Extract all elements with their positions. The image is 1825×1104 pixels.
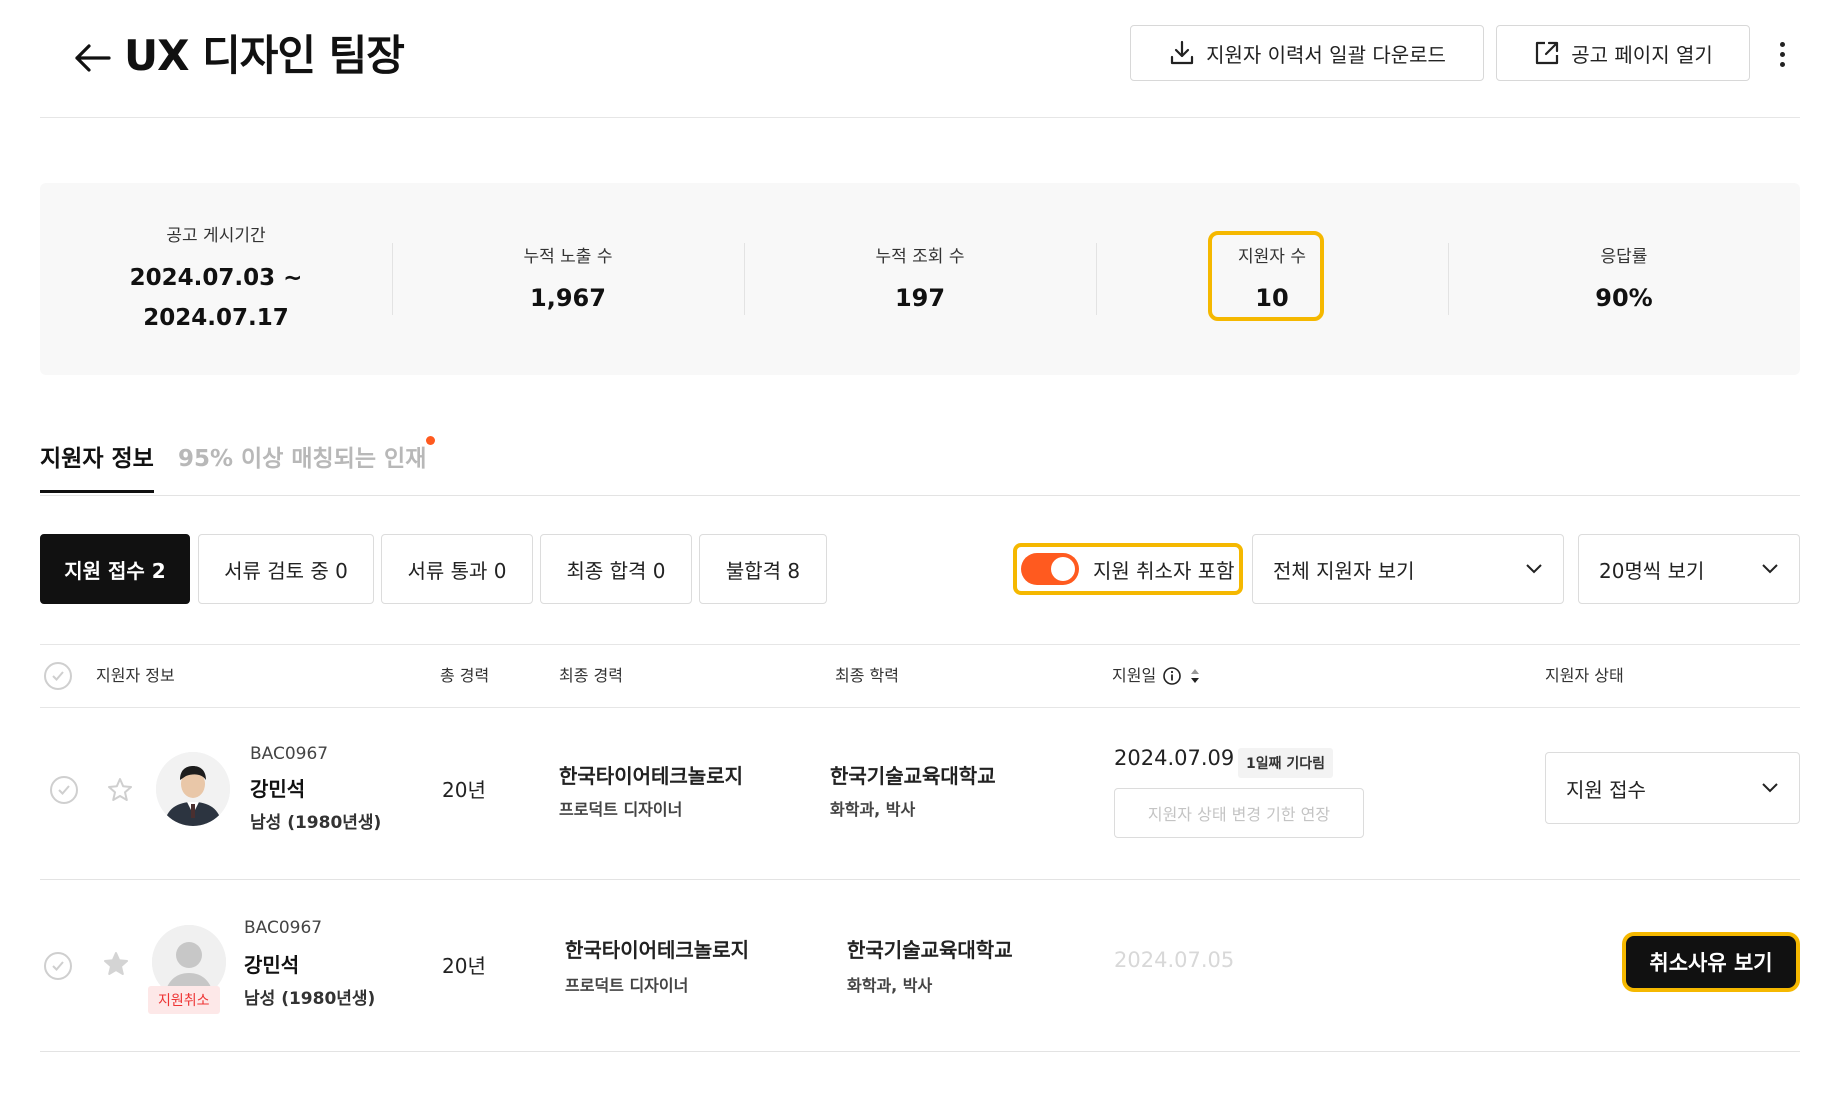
tab-applicant-info[interactable]: 지원자 정보 <box>40 442 154 493</box>
period-start: 2024.07.03 ~ <box>129 264 303 291</box>
stat-label: 누적 조회 수 <box>875 246 965 267</box>
bulk-resume-download-button[interactable]: 지원자 이력서 일괄 다운로드 <box>1130 25 1484 81</box>
toggle-label: 지원 취소자 포함 <box>1093 558 1235 583</box>
sort-icon[interactable] <box>1188 665 1202 687</box>
more-menu-icon[interactable] <box>1770 36 1794 72</box>
select-value: 20명씩 보기 <box>1599 558 1705 583</box>
applicant-view-select[interactable]: 전체 지원자 보기 <box>1252 534 1564 604</box>
applied-date: 2024.07.05 <box>1114 948 1235 972</box>
waiting-badge: 1일째 기다림 <box>1238 748 1334 778</box>
include-cancelled-toggle[interactable] <box>1021 553 1079 585</box>
new-indicator-dot <box>426 436 435 445</box>
applied-date: 2024.07.09 <box>1114 746 1235 770</box>
school: 한국기술교육대학교 <box>847 938 1013 962</box>
filter-document-passed[interactable]: 서류 통과 0 <box>381 534 533 604</box>
last-company: 한국타이어테크놀로지 <box>565 938 749 962</box>
applicant-name[interactable]: 강민석 <box>244 949 299 978</box>
applicant-gender: 남성 (1980년생) <box>244 989 376 1009</box>
last-company: 한국타이어테크놀로지 <box>559 764 743 788</box>
row-checkbox[interactable] <box>44 952 72 980</box>
open-label: 공고 페이지 열기 <box>1571 42 1713 67</box>
stat-value: 197 <box>894 283 946 312</box>
filter-final-passed[interactable]: 최종 합격 0 <box>540 534 692 604</box>
period-end: 2024.07.17 <box>143 304 289 331</box>
total-career: 20년 <box>442 954 486 978</box>
select-all-checkbox[interactable] <box>44 662 72 690</box>
applicant-code: BAC0967 <box>244 918 323 938</box>
status-value: 지원 접수 <box>1566 777 1646 802</box>
view-cancel-reason-button[interactable]: 취소사유 보기 <box>1626 936 1796 988</box>
applicant-code: BAC0967 <box>250 744 329 764</box>
star-filled-icon[interactable] <box>102 950 130 978</box>
table-header: 지원자 정보 총 경력 최종 경력 최종 학력 지원일 지원자 상태 <box>40 644 1800 708</box>
check-icon <box>52 961 64 971</box>
stat-value: 2024.07.03 ~ 2024.07.17 <box>130 258 303 338</box>
open-posting-button[interactable]: 공고 페이지 열기 <box>1496 25 1750 81</box>
download-label: 지원자 이력서 일괄 다운로드 <box>1206 42 1446 67</box>
chevron-down-icon <box>1526 564 1542 574</box>
avatar <box>156 752 230 826</box>
applicant-gender: 남성 (1980년생) <box>250 813 382 833</box>
stat-period: 공고 게시기간 2024.07.03 ~ 2024.07.17 <box>40 183 392 375</box>
stat-views: 누적 조회 수 197 <box>744 183 1096 375</box>
download-icon <box>1170 40 1194 65</box>
external-link-icon <box>1536 41 1559 65</box>
page-title: UX 디자인 팀장 <box>124 31 405 80</box>
chevron-down-icon <box>1762 783 1778 793</box>
school: 한국기술교육대학교 <box>830 764 996 788</box>
filter-rejected[interactable]: 불합격 8 <box>699 534 827 604</box>
col-total-career: 총 경력 <box>440 666 490 685</box>
major: 화학과, 박사 <box>830 800 916 819</box>
back-button[interactable] <box>68 34 116 82</box>
profile-photo-icon <box>156 752 230 826</box>
last-role: 프로덕트 디자이너 <box>559 800 683 819</box>
page-header: UX 디자인 팀장 지원자 이력서 일괄 다운로드 공고 페이지 열기 <box>40 20 1800 118</box>
col-status: 지원자 상태 <box>1545 666 1624 685</box>
include-cancelled-toggle-group: 지원 취소자 포함 <box>1013 543 1243 595</box>
cancelled-badge: 지원취소 <box>148 986 220 1014</box>
last-role: 프로덕트 디자이너 <box>565 976 689 995</box>
stat-impressions: 누적 노출 수 1,967 <box>392 183 744 375</box>
col-applicant-info: 지원자 정보 <box>96 666 175 685</box>
select-value: 전체 지원자 보기 <box>1273 558 1415 583</box>
total-career: 20년 <box>442 778 486 802</box>
star-outline-icon[interactable] <box>106 776 134 804</box>
major: 화학과, 박사 <box>847 976 933 995</box>
check-icon <box>58 785 70 795</box>
tab-matching-talent[interactable]: 95% 이상 매칭되는 인재 <box>178 442 426 476</box>
stat-value: 90% <box>1595 283 1653 312</box>
stat-response-rate: 응답률 90% <box>1448 183 1800 375</box>
filter-received[interactable]: 지원 접수 2 <box>40 534 190 604</box>
stat-label: 응답률 <box>1600 246 1648 267</box>
stat-value: 1,967 <box>530 283 606 312</box>
applied-date-label: 지원일 <box>1112 666 1157 685</box>
table-row[interactable]: BAC0967 강민석 남성 (1980년생) 20년 한국타이어테크놀로지 프… <box>40 708 1800 880</box>
tab-bar: 지원자 정보 95% 이상 매칭되는 인재 <box>40 432 1800 496</box>
applicant-count-highlight <box>1208 231 1324 321</box>
info-icon[interactable] <box>1162 666 1182 686</box>
col-applied-date[interactable]: 지원일 <box>1112 645 1202 707</box>
row-checkbox[interactable] <box>50 776 78 804</box>
chevron-down-icon <box>1762 564 1778 574</box>
status-select[interactable]: 지원 접수 <box>1545 752 1800 824</box>
posting-stats-panel: 공고 게시기간 2024.07.03 ~ 2024.07.17 누적 노출 수 … <box>40 183 1800 375</box>
filter-reviewing[interactable]: 서류 검토 중 0 <box>198 534 374 604</box>
arrow-left-icon <box>75 44 111 72</box>
extend-deadline-button[interactable]: 지원자 상태 변경 기한 연장 <box>1114 788 1364 838</box>
stat-label: 공고 게시기간 <box>166 225 266 246</box>
applicant-name[interactable]: 강민석 <box>250 773 305 802</box>
stat-label: 누적 노출 수 <box>523 246 613 267</box>
per-page-select[interactable]: 20명씩 보기 <box>1578 534 1800 604</box>
check-icon <box>52 671 64 681</box>
col-last-career: 최종 경력 <box>559 666 623 685</box>
table-row[interactable]: 지원취소 BAC0967 강민석 남성 (1980년생) 20년 한국타이어테크… <box>40 880 1800 1052</box>
col-education: 최종 학력 <box>835 666 899 685</box>
